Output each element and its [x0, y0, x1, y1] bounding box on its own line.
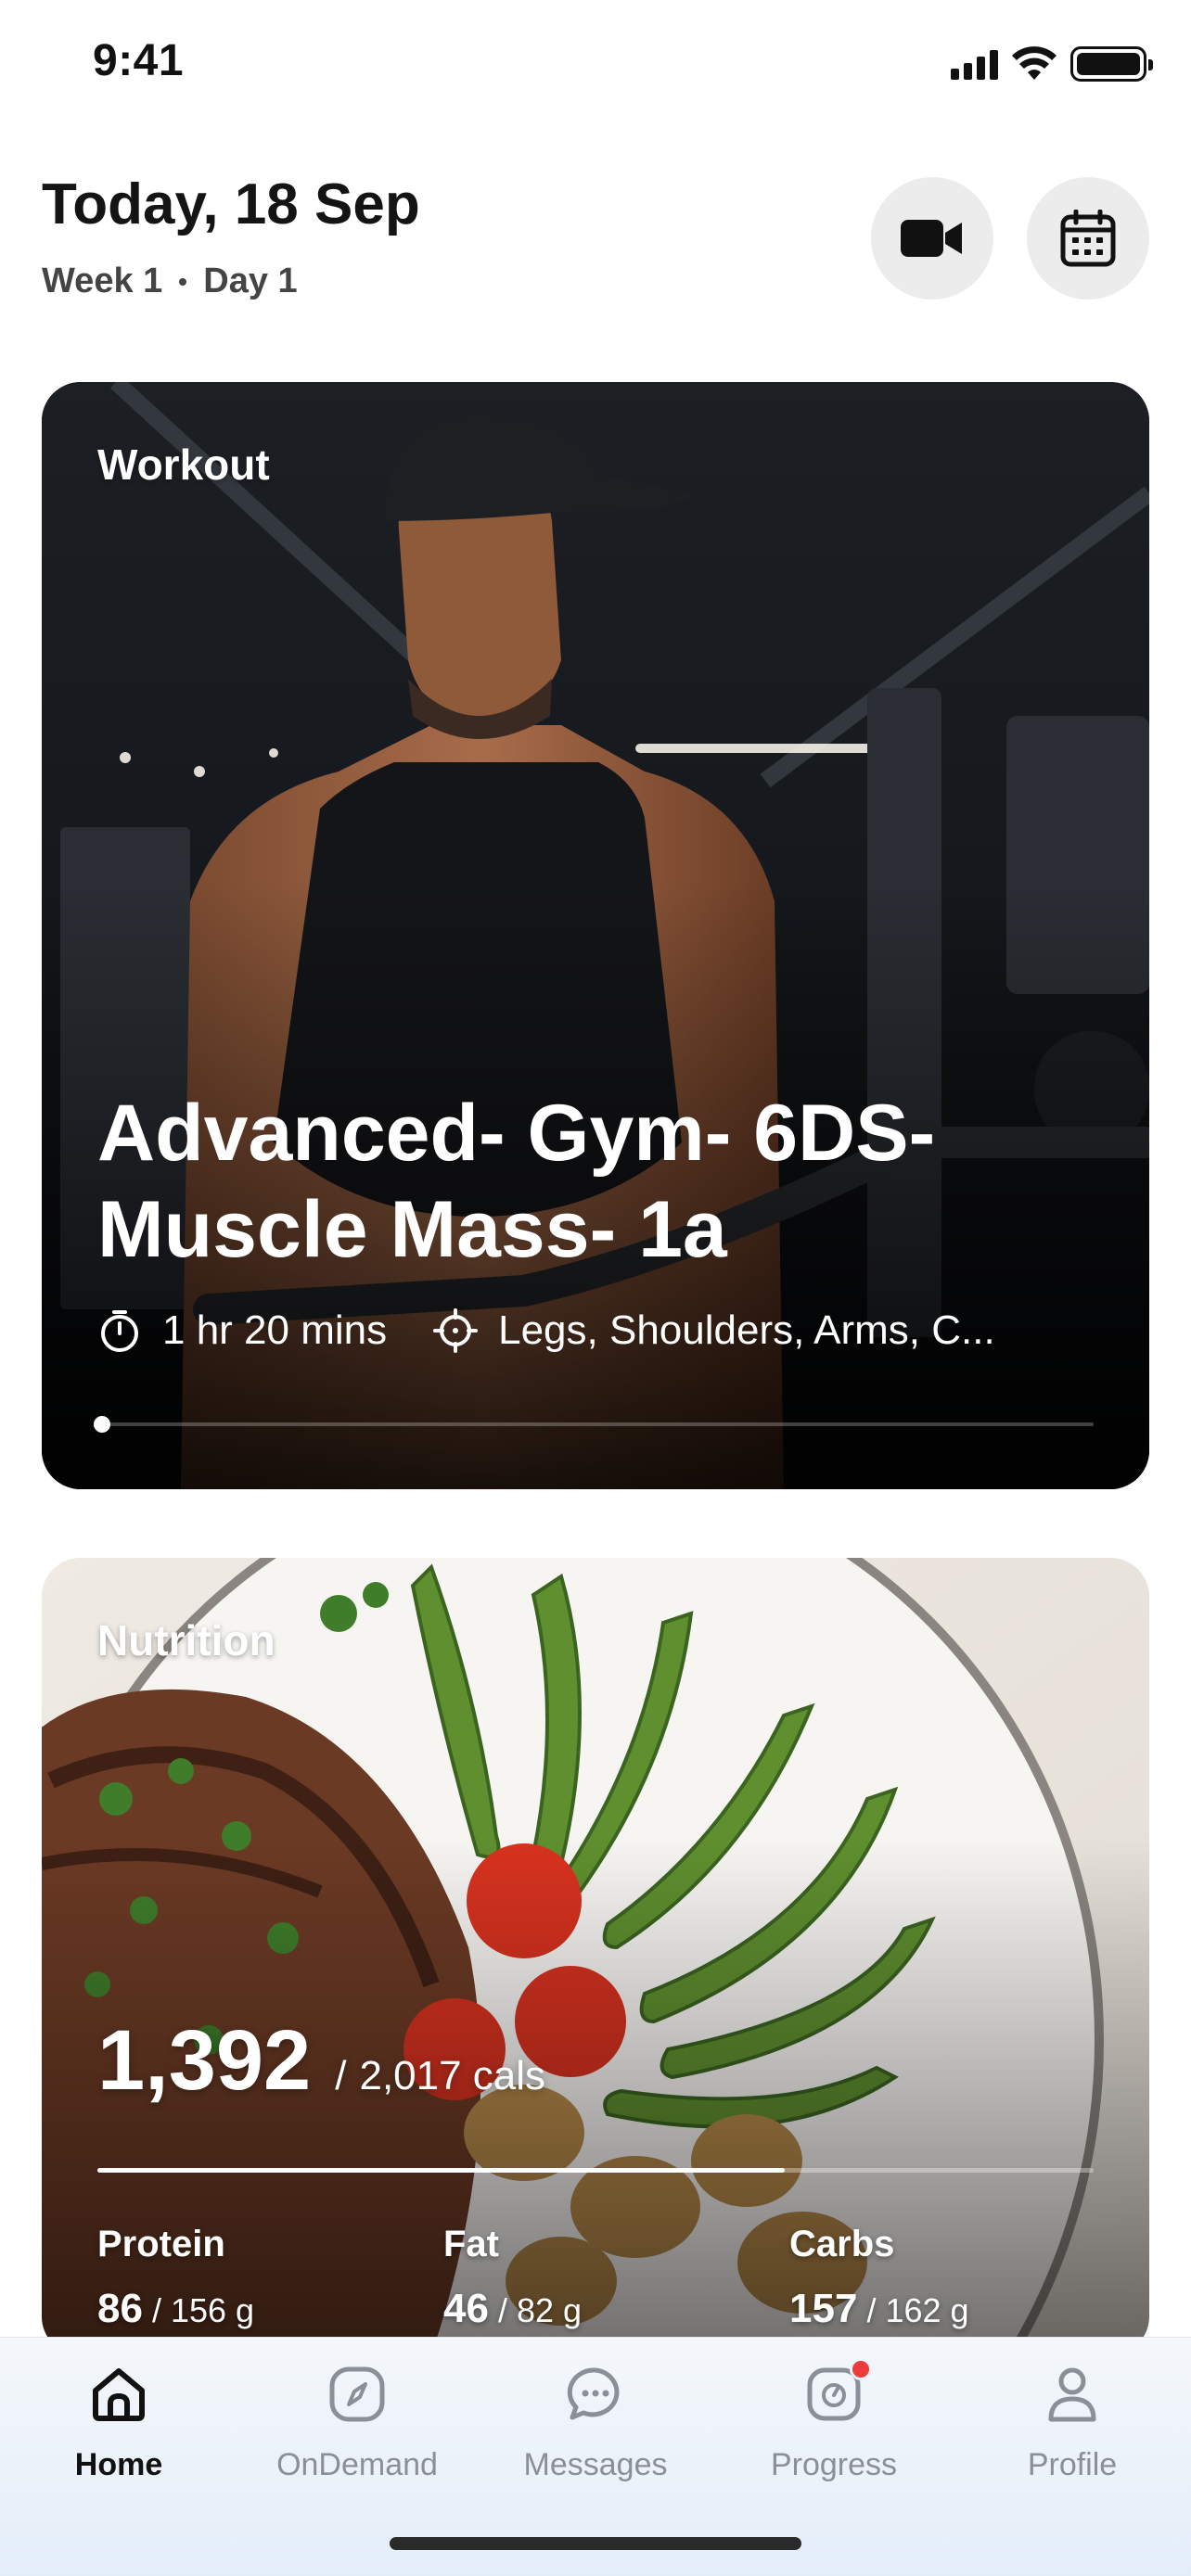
wifi-icon [1012, 46, 1057, 80]
macro-value: 46 [443, 2286, 489, 2331]
status-icons [951, 46, 1153, 82]
tab-label: Home [74, 2447, 163, 2482]
video-camera-icon [901, 220, 962, 257]
nutrition-card[interactable]: Nutrition 1,392 / 2,017 cals Protein 86 … [42, 1558, 1149, 2355]
calorie-summary: 1,392 / 2,017 cals [97, 2012, 545, 2110]
chat-bubble-icon [567, 2367, 620, 2420]
workout-meta: 1 hr 20 mins Legs, Shoulders, Arms, C... [97, 1307, 1064, 1354]
home-icon [93, 2368, 145, 2421]
workout-card-label: Workout [97, 440, 270, 489]
workout-duration: 1 hr 20 mins [162, 1307, 388, 1353]
cellular-signal-icon [951, 48, 998, 80]
workout-title: Advanced- Gym- 6DS- Muscle Mass- 1a [97, 1089, 936, 1274]
tab-label: Profile [1027, 2447, 1118, 2482]
tab-progress[interactable]: Progress [715, 2338, 953, 2523]
status-bar: 9:41 [0, 0, 1191, 130]
calories-separator: / [335, 2053, 347, 2098]
calendar-button[interactable] [1027, 177, 1149, 300]
week-day-line: Week 1 Day 1 [42, 261, 298, 301]
tab-home[interactable]: Home [0, 2338, 237, 2523]
week-label: Week 1 [42, 261, 163, 300]
workout-card[interactable]: Workout Advanced- Gym- 6DS- Muscle Mass-… [42, 382, 1149, 1489]
nutrition-card-label: Nutrition [97, 1616, 275, 1664]
tab-label: Progress [770, 2447, 898, 2482]
video-call-button[interactable] [871, 177, 993, 300]
tab-profile[interactable]: Profile [954, 2338, 1191, 2523]
macro-value: 86 [97, 2286, 143, 2331]
macro-name: Fat [443, 2224, 499, 2264]
page-title: Today, 18 Sep [42, 172, 420, 236]
target-icon [433, 1308, 479, 1353]
tab-ondemand[interactable]: OnDemand [238, 2338, 476, 2523]
macro-value: 157 [789, 2286, 858, 2331]
tab-label: Messages [523, 2447, 668, 2482]
person-icon [1048, 2367, 1096, 2422]
macro-carbs: Carbs 157 / 162 g [789, 2224, 969, 2332]
macro-protein: Protein 86 / 156 g [97, 2224, 254, 2332]
notification-badge [850, 2358, 872, 2380]
stopwatch-icon [101, 1310, 138, 1352]
tab-messages[interactable]: Messages [477, 2338, 714, 2523]
calendar-icon [1060, 210, 1116, 267]
compass-icon [329, 2366, 385, 2422]
home-indicator[interactable] [390, 2537, 801, 2550]
calorie-progress-bar [97, 2168, 1094, 2173]
workout-progress-bar [94, 1416, 1094, 1433]
macro-target: / 156 g [151, 2291, 255, 2329]
macro-name: Protein [97, 2224, 225, 2264]
page-header: Today, 18 Sep Week 1 Day 1 [42, 172, 1149, 311]
macro-fat: Fat 46 / 82 g [443, 2224, 582, 2332]
calories-consumed: 1,392 [97, 2013, 312, 2108]
separator-dot [179, 277, 187, 286]
calories-target: 2,017 cals [359, 2053, 546, 2098]
macro-name: Carbs [789, 2224, 895, 2264]
day-label: Day 1 [203, 261, 298, 300]
battery-icon [1070, 46, 1153, 82]
macro-target: / 82 g [497, 2291, 583, 2329]
calorie-progress-fill [97, 2168, 786, 2173]
workout-focus-areas: Legs, Shoulders, Arms, C... [498, 1307, 995, 1353]
status-time: 9:41 [93, 36, 185, 85]
macro-target: / 162 g [866, 2291, 969, 2329]
tab-label: OnDemand [276, 2447, 438, 2482]
workout-progress-knob [94, 1416, 110, 1433]
